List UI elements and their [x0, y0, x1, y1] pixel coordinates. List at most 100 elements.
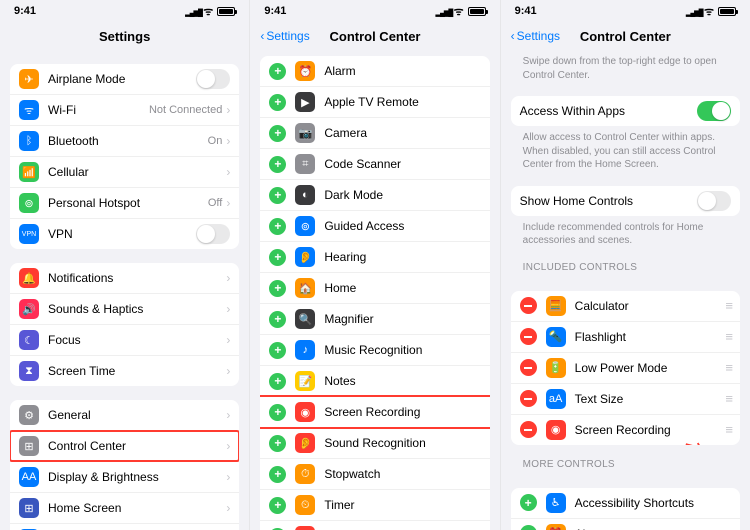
add-icon[interactable]: + — [269, 373, 286, 390]
add-icon[interactable]: + — [269, 311, 286, 328]
toggle[interactable] — [196, 224, 230, 244]
included-row[interactable]: 🧮Calculator≡ — [511, 291, 740, 322]
add-row[interactable]: +⊚Guided Access — [260, 211, 489, 242]
caption: Allow access to Control Center within ap… — [511, 126, 740, 172]
reorder-grip-icon[interactable]: ≡ — [725, 391, 731, 406]
back-button[interactable]: ‹Settings — [511, 29, 560, 43]
toggle[interactable] — [196, 69, 230, 89]
add-row[interactable]: +⏲Timer — [260, 490, 489, 521]
settings-row-display[interactable]: AADisplay & Brightness› — [10, 462, 239, 493]
control-icon: 🔦 — [546, 327, 566, 347]
status-indicators: ᯤ — [686, 4, 736, 19]
reorder-grip-icon[interactable]: ≡ — [725, 329, 731, 344]
control-icon: ⏲ — [295, 495, 315, 515]
add-icon[interactable]: + — [520, 525, 537, 530]
add-icon[interactable]: + — [520, 494, 537, 511]
add-row[interactable]: +♪Music Recognition — [260, 335, 489, 366]
phone-settings: 9:41 ᯤ Settings ✈Airplane ModeᯤWi-FiNot … — [0, 0, 250, 530]
remove-icon[interactable] — [520, 390, 537, 407]
add-icon[interactable]: + — [269, 342, 286, 359]
cellular-icon: 📶 — [19, 162, 39, 182]
add-row[interactable]: +📷Camera — [260, 118, 489, 149]
settings-row-focus[interactable]: ☾Focus› — [10, 325, 239, 356]
settings-row-vpn[interactable]: VPNVPN — [10, 219, 239, 249]
add-icon[interactable]: + — [269, 280, 286, 297]
remove-icon[interactable] — [520, 297, 537, 314]
toggle[interactable] — [697, 101, 731, 121]
row-label: Alarm — [324, 64, 480, 78]
add-row[interactable]: +⏰Alarm — [260, 56, 489, 87]
remove-icon[interactable] — [520, 328, 537, 345]
add-row[interactable]: +🔍Magnifier — [260, 304, 489, 335]
access-within-apps-row[interactable]: Access Within Apps — [511, 96, 740, 126]
phone-cc-add: 9:41 ᯤ ‹Settings Control Center +⏰Alarm+… — [250, 0, 500, 530]
row-label: Focus — [48, 333, 226, 347]
show-home-controls-row[interactable]: Show Home Controls — [511, 186, 740, 216]
add-icon[interactable]: + — [269, 156, 286, 173]
add-row[interactable]: +🎤Voice Memos — [260, 521, 489, 530]
back-button[interactable]: ‹Settings — [260, 29, 309, 43]
reorder-grip-icon[interactable]: ≡ — [725, 360, 731, 375]
page-title: Control Center — [580, 29, 671, 44]
add-icon[interactable]: + — [269, 249, 286, 266]
add-row[interactable]: +⏰Alarm — [511, 519, 740, 530]
add-row[interactable]: +👂Hearing — [260, 242, 489, 273]
add-row[interactable]: +⌗Code Scanner — [260, 149, 489, 180]
add-row[interactable]: +◐Dark Mode — [260, 180, 489, 211]
included-row[interactable]: ◉Screen Recording≡↘ — [511, 415, 740, 445]
toggle[interactable] — [697, 191, 731, 211]
settings-row-notifications[interactable]: 🔔Notifications› — [10, 263, 239, 294]
add-icon[interactable]: + — [269, 187, 286, 204]
add-icon[interactable]: + — [269, 63, 286, 80]
cc-scroll[interactable]: +⏰Alarm+▶Apple TV Remote+📷Camera+⌗Code S… — [250, 50, 499, 530]
add-icon[interactable]: + — [269, 435, 286, 452]
settings-row-controlcenter[interactable]: ⊞Control Center› — [10, 431, 239, 462]
focus-icon: ☾ — [19, 330, 39, 350]
row-label: Screen Time — [48, 364, 226, 378]
add-row[interactable]: +◉Screen Recording — [260, 397, 489, 428]
bluetooth-icon: ᛒ — [19, 131, 39, 151]
chevron-right-icon: › — [226, 165, 230, 179]
included-row[interactable]: aAText Size≡ — [511, 384, 740, 415]
control-icon: ♿︎ — [546, 493, 566, 513]
included-row[interactable]: 🔦Flashlight≡ — [511, 322, 740, 353]
remove-icon[interactable] — [520, 359, 537, 376]
settings-row-general[interactable]: ⚙General› — [10, 400, 239, 431]
settings-row-accessibility[interactable]: ♿︎Accessibility› — [10, 524, 239, 530]
settings-row-wifi[interactable]: ᯤWi-FiNot Connected› — [10, 95, 239, 126]
settings-row-hotspot[interactable]: ⊚Personal HotspotOff› — [10, 188, 239, 219]
settings-scroll[interactable]: ✈Airplane ModeᯤWi-FiNot Connected›ᛒBluet… — [0, 50, 249, 530]
settings-row-airplane[interactable]: ✈Airplane Mode — [10, 64, 239, 95]
add-row[interactable]: +♿︎Accessibility Shortcuts — [511, 488, 740, 519]
status-time: 9:41 — [264, 5, 286, 17]
add-icon[interactable]: + — [269, 125, 286, 142]
add-icon[interactable]: + — [269, 94, 286, 111]
vpn-icon: VPN — [19, 224, 39, 244]
add-icon[interactable]: + — [269, 404, 286, 421]
add-row[interactable]: +▶Apple TV Remote — [260, 87, 489, 118]
settings-row-sounds[interactable]: 🔊Sounds & Haptics› — [10, 294, 239, 325]
settings-row-screentime[interactable]: ⧗Screen Time› — [10, 356, 239, 386]
reorder-grip-icon[interactable]: ≡ — [725, 422, 731, 437]
chevron-left-icon: ‹ — [260, 29, 264, 43]
add-icon[interactable]: + — [269, 466, 286, 483]
row-label: Low Power Mode — [575, 361, 726, 375]
chevron-right-icon: › — [226, 134, 230, 148]
add-icon[interactable]: + — [269, 497, 286, 514]
settings-row-homescreen[interactable]: ⊞Home Screen› — [10, 493, 239, 524]
settings-row-bluetooth[interactable]: ᛒBluetoothOn› — [10, 126, 239, 157]
add-row[interactable]: +🏠Home — [260, 273, 489, 304]
add-row[interactable]: +👂Sound Recognition — [260, 428, 489, 459]
caption: Include recommended controls for Home ac… — [511, 216, 740, 248]
add-icon[interactable]: + — [269, 218, 286, 235]
reorder-grip-icon[interactable]: ≡ — [725, 298, 731, 313]
battery-icon — [217, 7, 235, 16]
add-row[interactable]: +📝Notes — [260, 366, 489, 397]
remove-icon[interactable] — [520, 421, 537, 438]
cc-scroll[interactable]: Swipe down from the top-right edge to op… — [501, 50, 750, 530]
status-bar: 9:41 ᯤ — [0, 0, 249, 22]
add-row[interactable]: +⏱Stopwatch — [260, 459, 489, 490]
row-label: Sounds & Haptics — [48, 302, 226, 316]
included-row[interactable]: 🔋Low Power Mode≡ — [511, 353, 740, 384]
settings-row-cellular[interactable]: 📶Cellular› — [10, 157, 239, 188]
